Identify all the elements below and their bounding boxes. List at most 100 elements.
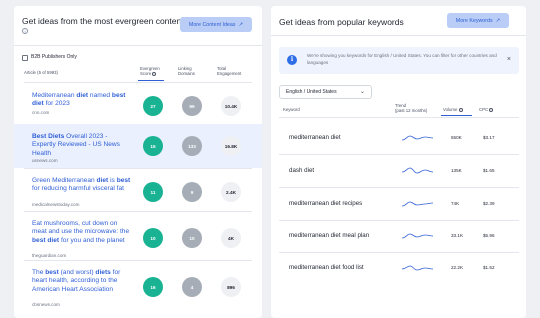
info-icon <box>152 72 157 77</box>
external-arrow-icon: ↗ <box>495 17 501 24</box>
info-icon <box>458 107 463 112</box>
b2b-checkbox-label: B2B Publishers Only <box>31 54 77 60</box>
evergreen-score-badge: 11 <box>143 182 163 202</box>
divider <box>279 117 519 118</box>
keyword-link[interactable]: mediterranean diet meal plan <box>289 232 369 239</box>
engagement-badge: 2.4K <box>221 182 241 202</box>
more-content-ideas-label: More Content Ideas <box>188 21 236 28</box>
info-icon: i <box>287 55 297 65</box>
article-domain: usnews.com <box>32 157 58 163</box>
keyword-link[interactable]: mediterranean diet <box>289 134 341 141</box>
article-title-segment: diet <box>96 177 109 184</box>
close-icon[interactable]: × <box>507 56 511 63</box>
col-cpc-header[interactable]: CPC <box>479 107 494 112</box>
article-title-link[interactable]: Eat mushrooms, cut down on meat and use … <box>32 220 132 245</box>
engagement-badge: 10.4K <box>221 96 241 116</box>
more-keywords-button[interactable]: More Keywords ↗ <box>447 13 509 28</box>
article-title-segment: diets <box>95 269 111 276</box>
article-title-segment: for you and the planet <box>59 236 125 244</box>
article-title-segment: is <box>108 177 117 184</box>
keyword-link[interactable]: mediterranean diet recipes <box>289 200 362 207</box>
trend-sparkline <box>402 135 433 141</box>
col-keyword-header: Keyword <box>283 107 300 112</box>
info-icon <box>489 107 494 112</box>
language-notice: i We're showing you keywords for English… <box>279 47 519 74</box>
keyword-volume: 33.1K <box>451 233 464 238</box>
popular-keywords-panel: Get ideas from popular keywords More Key… <box>271 6 526 318</box>
divider <box>14 45 262 46</box>
keyword-cpc: $3.17 <box>483 135 495 140</box>
article-title-segment: best diet <box>32 236 60 244</box>
linking-domains-badge: 10 <box>182 228 202 248</box>
col-volume-label: Volume <box>443 107 458 112</box>
article-title-link[interactable]: Mediterranean diet named best diet for 2… <box>32 92 132 109</box>
evergreen-content-panel: Get ideas from the most evergreen conten… <box>14 6 262 318</box>
article-title-link[interactable]: The best (and worst) diets for heart hea… <box>32 269 132 294</box>
col-trend-header: Trend (past 12 months) <box>395 103 427 113</box>
article-title-link[interactable]: Green Mediterranean diet is best for red… <box>32 177 132 194</box>
article-domain: medicalnewstoday.com <box>32 201 80 207</box>
article-title-segment: for reducing harmful visceral fat <box>32 185 124 193</box>
article-domain: cbsnews.com <box>32 302 60 308</box>
article-title-segment: for 2023 <box>43 100 70 108</box>
linking-domains-badge: 133 <box>182 136 202 156</box>
evergreen-score-badge: 27 <box>143 96 163 116</box>
article-row: Best Diets Overall 2023 - Expertly Revie… <box>14 124 262 168</box>
engagement-badge: 896 <box>221 277 241 297</box>
article-title-segment: Mediterranean <box>32 92 77 99</box>
language-select[interactable]: English / United States ⌄ <box>279 85 372 99</box>
engagement-badge: 4K <box>221 228 241 248</box>
article-title-segment: best <box>45 269 59 276</box>
b2b-checkbox[interactable] <box>22 55 28 61</box>
keyword-cpc: $1.52 <box>483 265 495 270</box>
keyword-volume: 135K <box>451 168 462 173</box>
trend-sparkline <box>402 167 433 174</box>
linking-domains-badge: 4 <box>182 277 202 297</box>
evergreen-score-badge: 10 <box>143 228 163 248</box>
article-domain: cnn.com <box>32 110 50 115</box>
keyword-cpc: $2.39 <box>483 201 495 206</box>
article-title-segment: Eat mushrooms, cut down on meat and use … <box>32 220 130 236</box>
sort-indicator <box>441 115 472 117</box>
keyword-cpc: $5.96 <box>483 233 495 238</box>
article-title-segment: diet <box>76 92 89 99</box>
col-engagement-label-2: Engagement <box>217 71 242 77</box>
col-linking-header[interactable]: Linking Domains <box>178 66 195 76</box>
article-title-segment: Best Diets <box>32 133 65 140</box>
article-domain: theguardian.com <box>32 253 67 259</box>
language-notice-text: We're showing you keywords for English /… <box>307 53 497 65</box>
col-evergreen-label-2: Score <box>140 71 152 77</box>
keyword-cpc: $1.65 <box>483 168 495 173</box>
divider <box>279 154 519 155</box>
keyword-volume: 22.2K <box>451 265 464 270</box>
article-title-link[interactable]: Best Diets Overall 2023 - Expertly Revie… <box>32 133 132 158</box>
article-row: Eat mushrooms, cut down on meat and use … <box>14 211 262 260</box>
divider <box>279 252 519 253</box>
more-content-ideas-button[interactable]: More Content Ideas ↗ <box>180 17 252 32</box>
col-article-header: Article (5 of 5993) <box>24 70 58 75</box>
divider <box>279 220 519 221</box>
engagement-badge: 16.8K <box>221 136 241 156</box>
trend-sparkline <box>402 265 433 271</box>
chevron-down-icon: ⌄ <box>359 89 365 95</box>
trend-sparkline <box>402 233 433 239</box>
sort-indicator <box>138 80 164 82</box>
article-title-segment: The <box>32 269 46 276</box>
divider <box>279 187 519 188</box>
linking-domains-badge: 9 <box>182 182 202 202</box>
col-engagement-header[interactable]: Total Engagement <box>217 66 241 76</box>
keyword-link[interactable]: dash diet <box>289 167 314 174</box>
trend-sparkline <box>402 201 433 207</box>
col-trend-label-2: (past 12 months) <box>395 108 428 114</box>
evergreen-score-badge: 16 <box>143 277 163 297</box>
article-title-segment: Green Mediterranean <box>32 177 97 184</box>
keyword-link[interactable]: mediterranean diet food list <box>289 264 364 271</box>
divider <box>271 35 526 36</box>
article-title-segment: (and worst) <box>58 269 96 276</box>
article-row: Mediterranean diet named best diet for 2… <box>14 83 262 124</box>
col-volume-header[interactable]: Volume <box>443 107 463 112</box>
evergreen-score-badge: 15 <box>143 136 163 156</box>
info-icon[interactable]: i <box>22 28 28 34</box>
article-title-segment: best <box>116 177 131 184</box>
col-evergreen-header[interactable]: Evergreen Score <box>140 66 160 76</box>
